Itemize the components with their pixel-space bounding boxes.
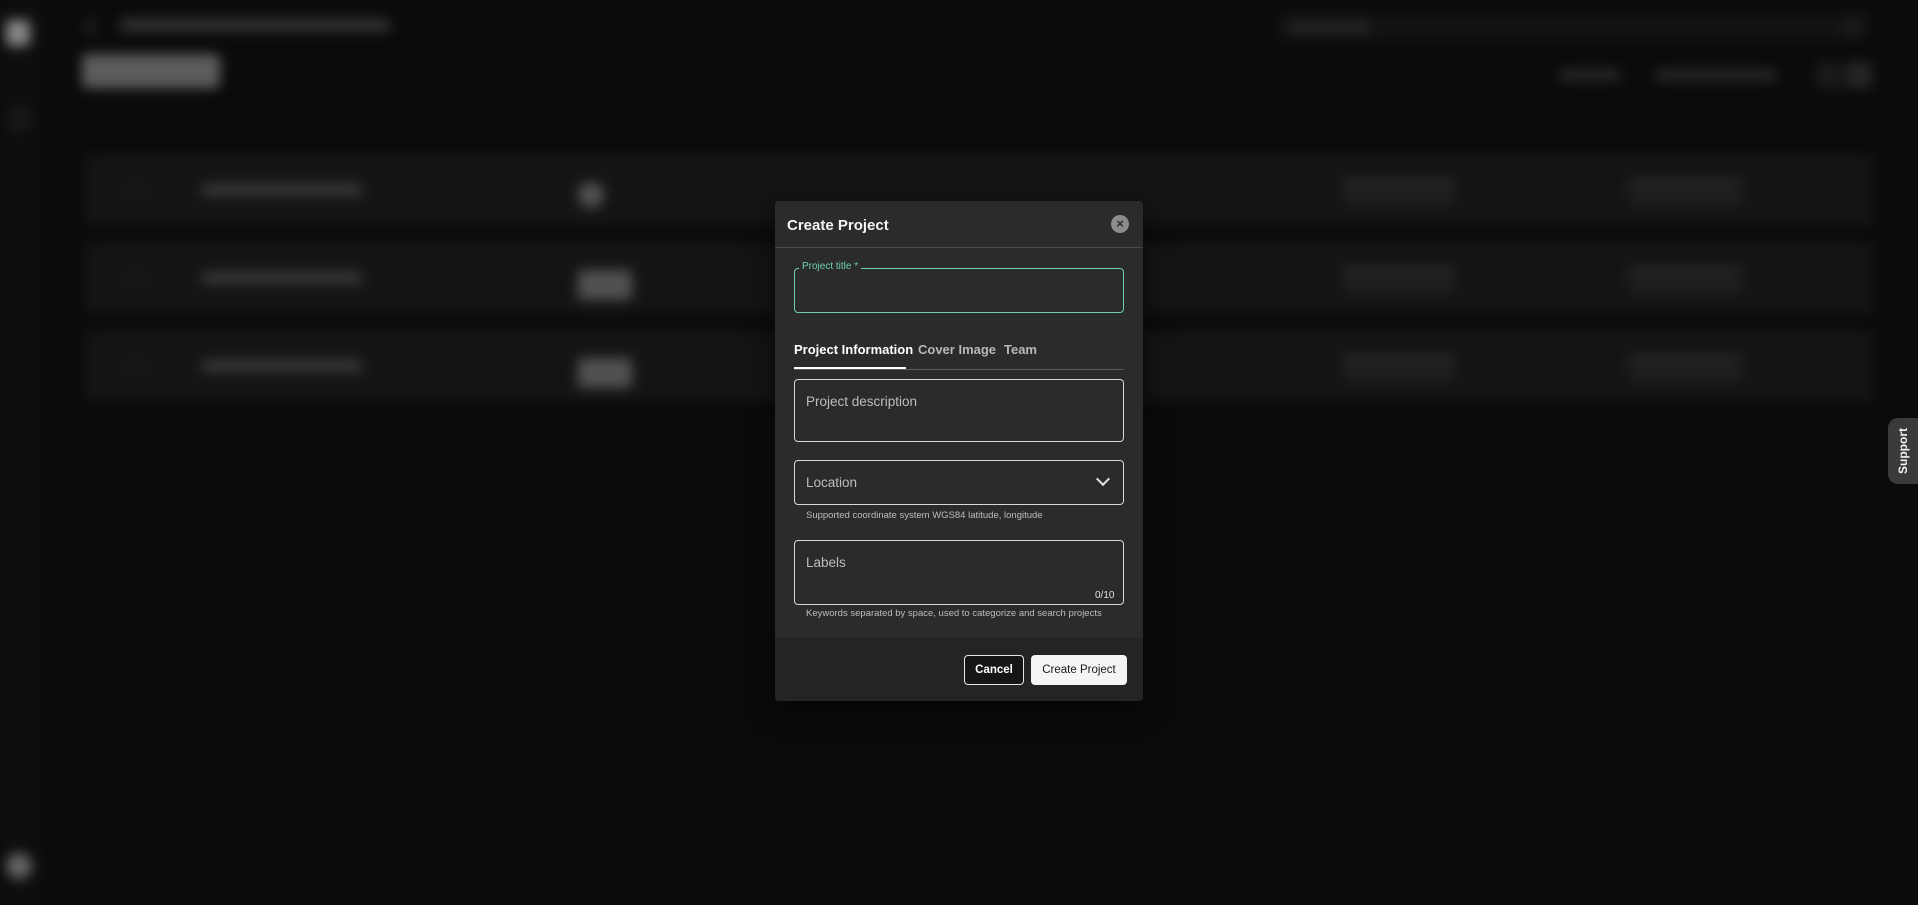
project-description-field[interactable]: Project description — [794, 379, 1124, 442]
support-tab[interactable]: Support — [1888, 418, 1918, 484]
project-title-input[interactable] — [805, 281, 1115, 303]
location-helper-text: Supported coordinate system WGS84 latitu… — [806, 510, 1043, 521]
project-description-placeholder: Project description — [806, 394, 917, 409]
tab-team[interactable]: Team — [1004, 342, 1037, 357]
app-root: Support Create Project × Project title *… — [0, 0, 1918, 905]
support-label: Support — [1896, 428, 1910, 474]
dialog-title: Create Project — [787, 217, 889, 234]
create-project-dialog: Create Project × Project title * Project… — [775, 201, 1143, 701]
labels-helper-text: Keywords separated by space, used to cat… — [806, 608, 1102, 619]
close-icon[interactable]: × — [1111, 215, 1129, 233]
labels-counter: 0/10 — [1095, 590, 1114, 601]
dialog-tabs: Project Information Cover Image Team — [794, 338, 1124, 370]
cancel-button[interactable]: Cancel — [964, 655, 1024, 685]
tab-project-information[interactable]: Project Information — [794, 342, 913, 357]
active-tab-indicator — [794, 367, 906, 369]
dialog-header: Create Project × — [775, 201, 1143, 248]
dialog-footer: Cancel Create Project — [775, 638, 1143, 701]
labels-placeholder: Labels — [806, 555, 846, 570]
tab-cover-image[interactable]: Cover Image — [918, 342, 996, 357]
project-title-label: Project title * — [799, 261, 861, 272]
create-project-button[interactable]: Create Project — [1031, 655, 1127, 685]
labels-field[interactable]: Labels 0/10 — [794, 540, 1124, 605]
chevron-down-icon[interactable] — [1096, 472, 1110, 486]
location-select[interactable]: Location — [794, 460, 1124, 505]
location-placeholder: Location — [806, 475, 857, 490]
